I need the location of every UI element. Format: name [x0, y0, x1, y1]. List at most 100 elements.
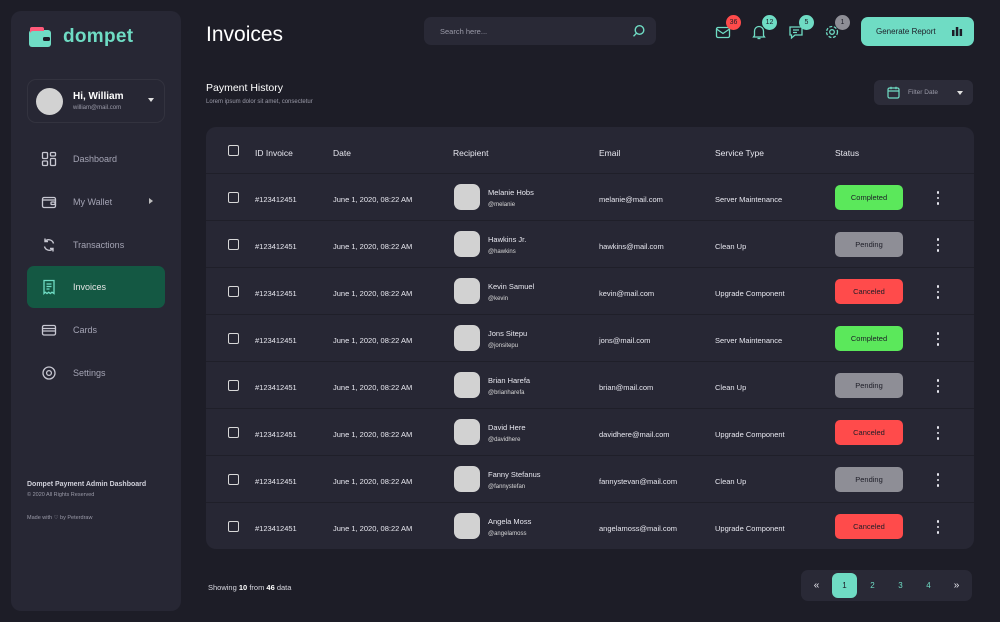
sidebar-item-my-wallet[interactable]: My Wallet — [27, 181, 165, 223]
showing-mid: from — [249, 583, 265, 592]
settings-icon — [39, 363, 59, 383]
notification-badge: 1 — [835, 15, 850, 30]
recipient-email: davidhere@mail.com — [599, 430, 670, 439]
avatar — [454, 513, 480, 539]
wallet-logo-icon — [29, 27, 51, 47]
invoice-table: ID Invoice Date Recipient Email Service … — [206, 127, 974, 549]
bell-notification[interactable]: 12 — [751, 15, 777, 40]
table-row[interactable]: #123412451 June 1, 2020, 08:22 AM Brian Ha… — [206, 362, 974, 409]
row-checkbox[interactable] — [228, 239, 239, 250]
more-options-icon[interactable] — [935, 520, 941, 534]
recipient-email: hawkins@mail.com — [599, 242, 664, 251]
notification-badge: 5 — [799, 15, 814, 30]
footer-copyright: © 2020 All Rights Reserved — [27, 492, 95, 498]
avatar — [454, 231, 480, 257]
recipient-email: melanie@mail.com — [599, 195, 663, 204]
row-checkbox[interactable] — [228, 192, 239, 203]
notification-badge: 12 — [762, 15, 777, 30]
sidebar-item-invoices[interactable]: Invoices — [27, 266, 165, 309]
sidebar-item-label: Transactions — [73, 239, 125, 250]
recipient-name: Hawkins Jr. — [488, 235, 527, 244]
section-title: Payment History — [206, 82, 284, 94]
recipient-name: Melanie Hobs — [488, 188, 534, 197]
more-options-icon[interactable] — [935, 473, 941, 487]
recipient-name: Brian Harefa — [488, 376, 531, 385]
service-type: Upgrade Component — [715, 430, 785, 439]
search-icon[interactable] — [632, 24, 646, 43]
more-options-icon[interactable] — [935, 238, 941, 252]
last-page-button[interactable]: » — [944, 573, 969, 598]
search-input[interactable] — [440, 26, 620, 36]
filter-date-dropdown[interactable]: Filter Date — [874, 80, 973, 105]
status-badge: Pending — [835, 373, 903, 398]
recipient-handle: @fannystefan — [488, 484, 526, 490]
section-subtitle: Lorem ipsum dolor sit amet, consectetur — [206, 99, 313, 105]
sidebar-item-transactions[interactable]: Transactions — [27, 224, 165, 266]
row-checkbox[interactable] — [228, 521, 239, 532]
table-row[interactable]: #123412451 June 1, 2020, 08:22 AM Kevin Sa… — [206, 268, 974, 315]
showing-prefix: Showing — [208, 583, 237, 592]
invoice-date: June 1, 2020, 08:22 AM — [333, 195, 413, 204]
column-header-email: Email — [599, 148, 621, 158]
row-checkbox[interactable] — [228, 333, 239, 344]
avatar — [454, 325, 480, 351]
recipient-name: Kevin Samuel — [488, 282, 535, 291]
sidebar-item-label: My Wallet — [73, 196, 113, 207]
brand-logo[interactable]: dompet — [27, 24, 133, 50]
settings-notification[interactable]: 1 — [824, 15, 850, 40]
more-options-icon[interactable] — [935, 285, 941, 299]
more-options-icon[interactable] — [935, 332, 941, 346]
service-type: Upgrade Component — [715, 524, 785, 533]
more-options-icon[interactable] — [935, 191, 941, 205]
sidebar-item-label: Cards — [73, 325, 98, 336]
more-options-icon[interactable] — [935, 426, 941, 440]
brand-name: dompet — [63, 26, 134, 47]
select-all-checkbox[interactable] — [228, 145, 239, 156]
page-button-1[interactable]: 1 — [832, 573, 857, 598]
row-checkbox[interactable] — [228, 380, 239, 391]
invoice-id: #123412451 — [255, 195, 297, 204]
sidebar-footer: Dompet Payment Admin Dashboard © 2020 Al… — [27, 481, 146, 521]
avatar — [454, 466, 480, 492]
user-menu[interactable]: Hi, William william@mail.com — [27, 79, 165, 123]
row-checkbox[interactable] — [228, 286, 239, 297]
status-badge: Completed — [835, 326, 903, 351]
table-row[interactable]: #123412451 June 1, 2020, 08:22 AM Hawkins … — [206, 221, 974, 268]
chevron-right-icon — [149, 197, 153, 204]
status-badge: Pending — [835, 232, 903, 257]
sidebar-item-dashboard[interactable]: Dashboard — [27, 138, 165, 180]
first-page-button[interactable]: « — [804, 573, 829, 598]
service-type: Server Maintenance — [715, 336, 783, 345]
more-options-icon[interactable] — [935, 379, 941, 393]
page-button-3[interactable]: 3 — [888, 573, 913, 598]
mail-notification[interactable]: 36 — [715, 15, 741, 40]
table-row[interactable]: #123412451 June 1, 2020, 08:22 AM Melanie … — [206, 174, 974, 221]
column-header-recipient: Recipient — [453, 148, 489, 158]
page-title: Invoices — [206, 23, 284, 46]
user-email: william@mail.com — [73, 105, 122, 111]
invoice-id: #123412451 — [255, 383, 297, 392]
generate-report-label: Generate Report — [876, 27, 936, 36]
invoice-date: June 1, 2020, 08:22 AM — [333, 242, 413, 251]
generate-report-button[interactable]: Generate Report — [861, 17, 974, 46]
table-row[interactable]: #123412451 June 1, 2020, 08:22 AM Angela M… — [206, 503, 974, 549]
invoice-id: #123412451 — [255, 336, 297, 345]
page-button-2[interactable]: 2 — [860, 573, 885, 598]
sidebar-item-settings[interactable]: Settings — [27, 352, 165, 394]
sidebar-item-cards[interactable]: Cards — [27, 309, 165, 351]
recipient-name: David Here — [488, 423, 526, 432]
avatar — [454, 184, 480, 210]
row-checkbox[interactable] — [228, 474, 239, 485]
table-row[interactable]: #123412451 June 1, 2020, 08:22 AM David He… — [206, 409, 974, 456]
recipient-email: kevin@mail.com — [599, 289, 655, 298]
recipient-email: fannystevan@mail.com — [599, 477, 678, 486]
footer-title: Dompet Payment Admin Dashboard — [27, 481, 147, 488]
table-row[interactable]: #123412451 June 1, 2020, 08:22 AM Fanny St… — [206, 456, 974, 503]
row-checkbox[interactable] — [228, 427, 239, 438]
recipient-handle: @melanie — [488, 202, 516, 208]
status-badge: Pending — [835, 467, 903, 492]
chat-notification[interactable]: 5 — [788, 15, 814, 40]
page-button-4[interactable]: 4 — [916, 573, 941, 598]
table-row[interactable]: #123412451 June 1, 2020, 08:22 AM Jons Sit… — [206, 315, 974, 362]
service-type: Clean Up — [715, 242, 747, 251]
